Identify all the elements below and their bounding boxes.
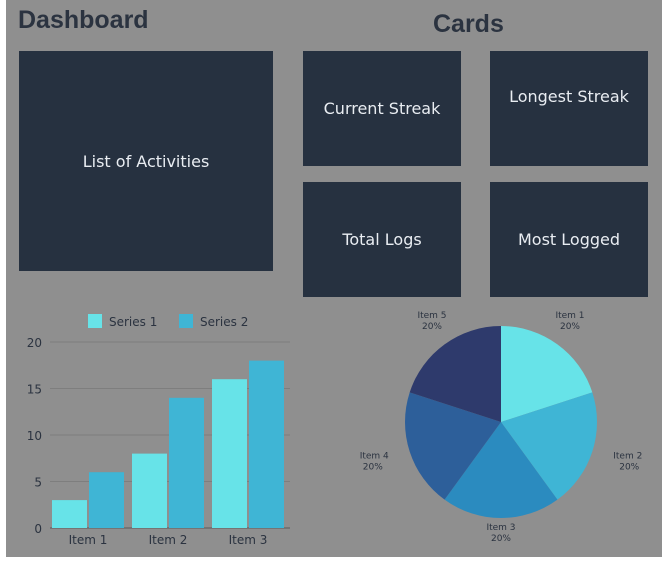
bar [212, 379, 247, 528]
bar-chart: 0 5 10 15 20 Series 1 Series 2 Item 1 Item 2 Item… [27, 314, 290, 547]
activities-panel-label: List of Activities [82, 151, 210, 171]
pie-value-label: 20% [491, 534, 511, 544]
pie-value-label: 20% [363, 462, 383, 472]
y-tick-label: 10 [27, 429, 42, 443]
y-tick-label: 5 [34, 476, 42, 490]
bar [52, 500, 87, 528]
longest-streak-card[interactable]: Longest Streak [490, 51, 648, 166]
pie-label: Item 1 [555, 311, 584, 321]
current-streak-label: Current Streak [323, 99, 441, 118]
current-streak-card[interactable]: Current Streak [303, 51, 461, 166]
pie-label: Item 3 [486, 523, 515, 533]
bar [132, 453, 167, 528]
legend-label: Series 1 [109, 315, 157, 329]
bar [89, 472, 124, 528]
pie-chart: Item 120%Item 220%Item 320%Item 420%Item… [360, 311, 643, 544]
total-logs-card[interactable]: Total Logs [303, 182, 461, 297]
x-tick-label: Item 2 [149, 533, 188, 547]
pie-value-label: 20% [619, 462, 639, 472]
most-logged-card[interactable]: Most Logged [490, 182, 648, 297]
pie-label: Item 5 [417, 311, 446, 321]
cards-title: Cards [433, 10, 504, 38]
dashboard-canvas: Dashboard Cards List of Activities Curre… [6, 0, 662, 557]
y-tick-label: 15 [27, 383, 42, 397]
legend-swatch [88, 314, 102, 328]
total-logs-label: Total Logs [342, 230, 422, 249]
pie-label: Item 2 [613, 451, 642, 461]
activities-panel[interactable]: List of Activities [19, 51, 273, 271]
dashboard-title: Dashboard [18, 6, 149, 34]
y-tick-label: 20 [27, 336, 42, 350]
x-tick-label: Item 3 [229, 533, 268, 547]
bar [169, 397, 204, 528]
x-tick-label: Item 1 [69, 533, 108, 547]
most-logged-label: Most Logged [517, 230, 621, 249]
y-tick-label: 0 [34, 522, 42, 536]
legend-label: Series 2 [200, 315, 248, 329]
bar [249, 360, 284, 528]
pie-value-label: 20% [422, 322, 442, 332]
pie-value-label: 20% [560, 322, 580, 332]
pie-label: Item 4 [360, 451, 389, 461]
longest-streak-label: Longest Streak [509, 87, 629, 106]
legend-swatch [179, 314, 193, 328]
